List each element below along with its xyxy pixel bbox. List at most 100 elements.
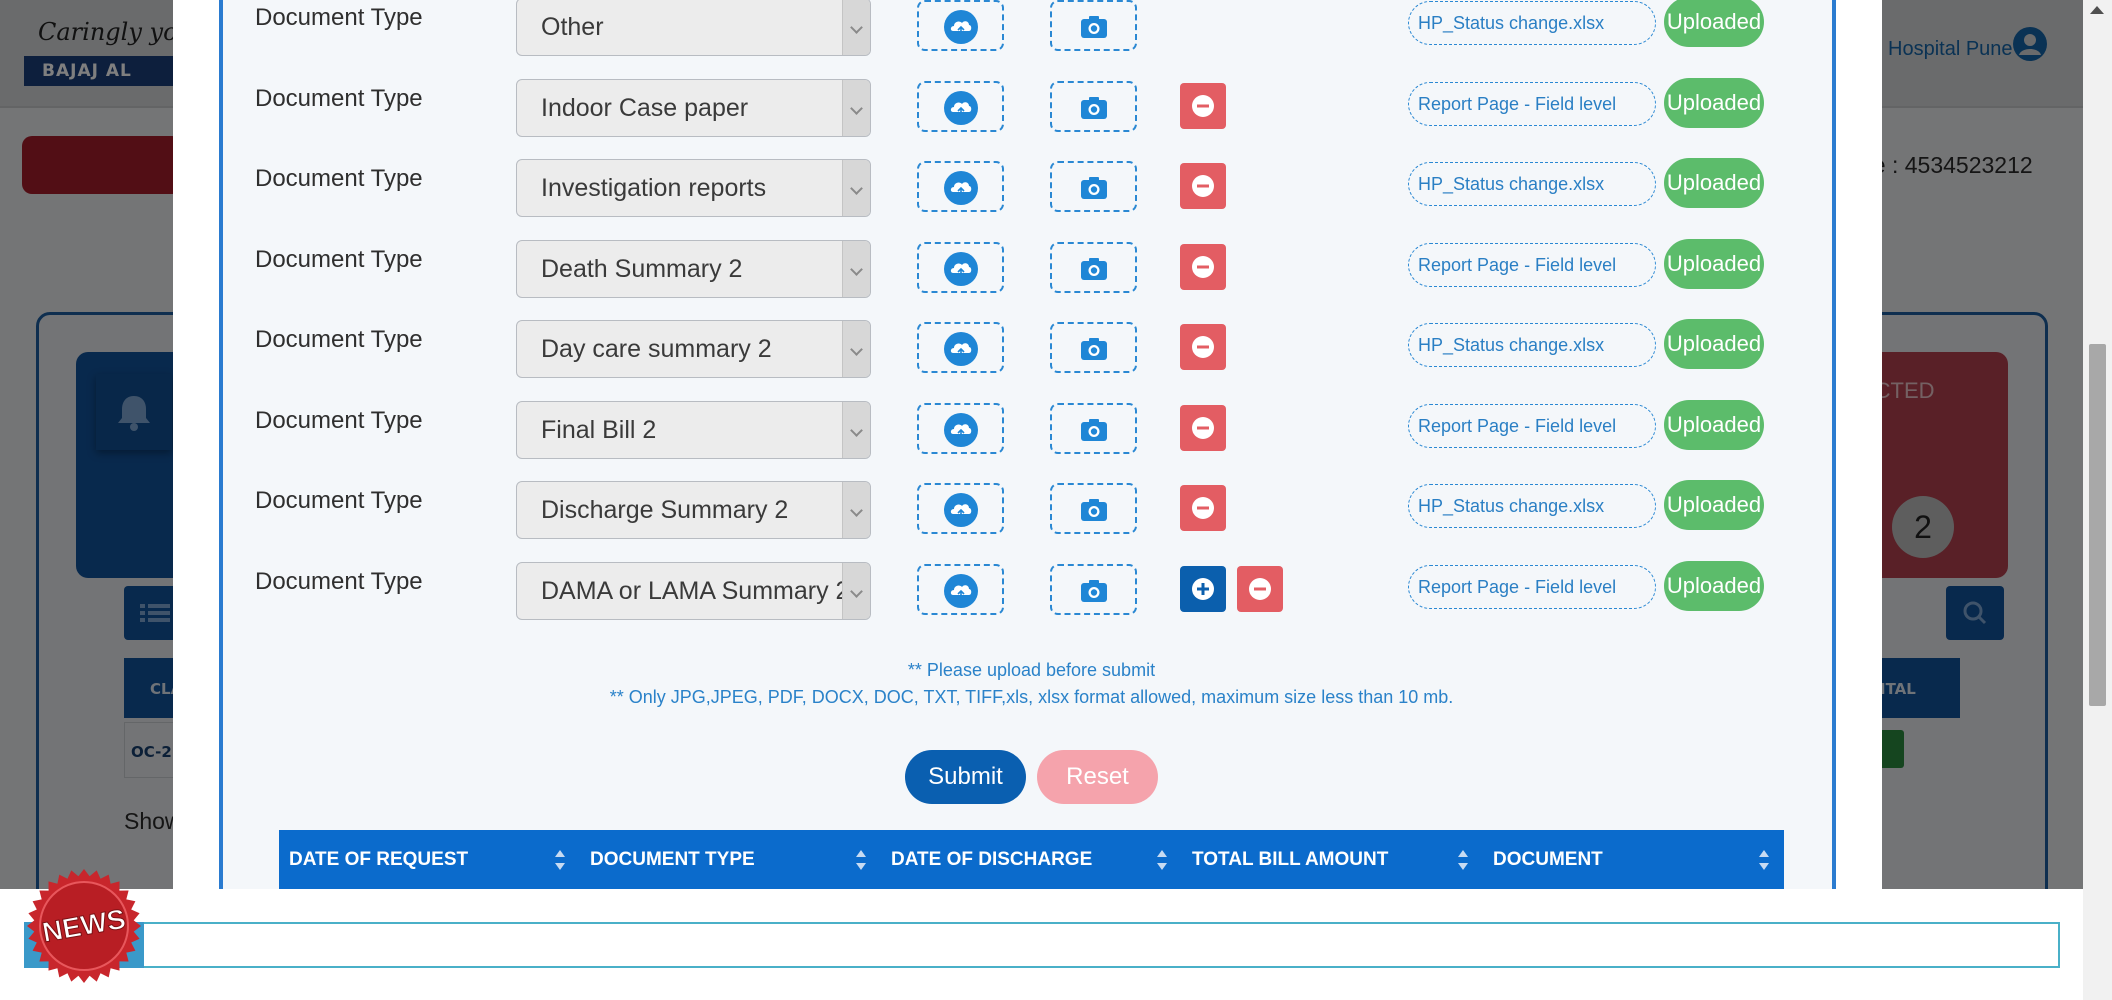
file-name: HP_Status change.xlsx	[1418, 335, 1605, 355]
remove-row-button[interactable]	[1180, 404, 1226, 451]
remove-row-button[interactable]	[1180, 243, 1226, 290]
sort-icon[interactable]	[855, 849, 867, 877]
remove-row-button[interactable]	[1180, 163, 1226, 209]
table-column-header[interactable]: DOCUMENT	[1483, 830, 1784, 889]
table-column-header[interactable]: DOCUMENT TYPE	[580, 830, 881, 889]
table-column-header[interactable]: DATE OF DISCHARGE	[881, 830, 1182, 889]
upload-notice: ** Please upload before submit	[907, 660, 1156, 680]
submit-button[interactable]: Submit	[905, 750, 1026, 804]
column-label: DOCUMENT	[1493, 849, 1603, 870]
document-type-select[interactable]: DAMA or LAMA Summary 2	[516, 561, 871, 620]
documents-table-header: DATE OF REQUEST DOCUMENT TYPE DATE OF DISC…	[279, 830, 1784, 889]
upload-status-badge: Uploaded	[1664, 399, 1764, 450]
modal-body: Document Type Other HP_Status change.xlsx U…	[219, 0, 1836, 889]
capture-photo-button[interactable]	[1050, 0, 1137, 51]
chevron-down-icon[interactable]	[842, 321, 870, 377]
news-badge-icon: NEWS	[27, 869, 141, 983]
document-row: Document Type Final Bill 2 Report Page - F…	[223, 397, 1840, 459]
reset-button[interactable]: Reset	[1037, 750, 1158, 804]
chevron-down-icon[interactable]	[842, 240, 870, 297]
capture-photo-button[interactable]	[1050, 241, 1137, 293]
remove-row-button[interactable]	[1237, 565, 1283, 612]
upload-file-button[interactable]	[917, 402, 1004, 454]
table-column-header[interactable]: TOTAL BILL AMOUNT	[1182, 830, 1483, 889]
sort-icon[interactable]	[1758, 849, 1770, 877]
chevron-down-icon[interactable]	[842, 79, 870, 136]
capture-photo-button[interactable]	[1050, 402, 1137, 454]
upload-status-badge: Uploaded	[1664, 319, 1764, 369]
document-type-select[interactable]: Discharge Summary 2	[516, 481, 871, 539]
scrollbar-thumb[interactable]	[2089, 344, 2106, 706]
selected-document-type: Indoor Case paper	[541, 93, 749, 122]
document-type-select[interactable]: Day care summary 2	[516, 320, 871, 378]
document-type-label: Document Type	[255, 487, 423, 514]
upload-documents-modal: Document Type Other HP_Status change.xlsx U…	[173, 0, 1882, 889]
upload-status-badge: Uploaded	[1664, 480, 1764, 530]
selected-document-type: Final Bill 2	[541, 415, 657, 444]
sort-icon[interactable]	[554, 849, 566, 877]
capture-photo-button[interactable]	[1050, 322, 1137, 373]
document-row: Document Type DAMA or LAMA Summary 2 Repor…	[223, 558, 1840, 620]
uploaded-file-chip[interactable]: HP_Status change.xlsx	[1408, 1, 1656, 45]
sort-icon[interactable]	[1457, 849, 1469, 877]
upload-file-button[interactable]	[917, 241, 1004, 293]
document-type-label: Document Type	[255, 84, 423, 112]
uploaded-file-chip[interactable]: Report Page - Field level	[1408, 564, 1656, 609]
file-name: HP_Status change.xlsx	[1418, 174, 1605, 194]
document-type-select[interactable]: Final Bill 2	[516, 400, 871, 459]
table-column-header[interactable]: DATE OF REQUEST	[279, 830, 580, 889]
document-type-select[interactable]: Indoor Case paper	[516, 78, 871, 137]
document-row: Document Type Death Summary 2 Report Page …	[223, 236, 1840, 298]
capture-photo-button[interactable]	[1050, 483, 1137, 534]
selected-document-type: Discharge Summary 2	[541, 496, 789, 524]
chevron-down-icon[interactable]	[842, 0, 870, 55]
upload-status-badge: Uploaded	[1664, 560, 1764, 611]
document-type-select[interactable]: Other	[516, 0, 871, 56]
upload-status-badge: Uploaded	[1664, 0, 1764, 47]
uploaded-file-chip[interactable]: Report Page - Field level	[1408, 403, 1656, 448]
sort-icon[interactable]	[1156, 849, 1168, 877]
selected-document-type: DAMA or LAMA Summary 2	[541, 576, 850, 605]
document-type-select[interactable]: Death Summary 2	[516, 239, 871, 298]
chevron-down-icon[interactable]	[842, 160, 870, 216]
capture-photo-button[interactable]	[1050, 563, 1137, 615]
document-type-label: Document Type	[255, 326, 423, 353]
upload-status-badge: Uploaded	[1664, 77, 1764, 128]
remove-row-button[interactable]	[1180, 324, 1226, 370]
document-type-label: Document Type	[255, 165, 423, 192]
uploaded-file-chip[interactable]: HP_Status change.xlsx	[1408, 484, 1656, 528]
uploaded-file-chip[interactable]: Report Page - Field level	[1408, 242, 1656, 287]
remove-row-button[interactable]	[1180, 485, 1226, 531]
uploaded-file-chip[interactable]: HP_Status change.xlsx	[1408, 323, 1656, 367]
document-type-select[interactable]: Investigation reports	[516, 159, 871, 217]
file-name: Report Page - Field level	[1418, 93, 1617, 114]
file-name: Report Page - Field level	[1418, 415, 1617, 436]
upload-file-button[interactable]	[917, 483, 1004, 534]
scroll-up-arrow-icon[interactable]	[2090, 6, 2104, 14]
document-row: Document Type Day care summary 2 HP_Status…	[223, 316, 1840, 378]
document-row: Document Type Other HP_Status change.xlsx U…	[223, 0, 1840, 56]
file-name: HP_Status change.xlsx	[1418, 13, 1605, 33]
uploaded-file-chip[interactable]: HP_Status change.xlsx	[1408, 162, 1656, 206]
upload-status-badge: Uploaded	[1664, 238, 1764, 289]
chevron-down-icon[interactable]	[842, 482, 870, 538]
upload-file-button[interactable]	[917, 563, 1004, 615]
document-type-label: Document Type	[255, 406, 423, 434]
chevron-down-icon[interactable]	[842, 401, 870, 458]
capture-photo-button[interactable]	[1050, 80, 1137, 132]
remove-row-button[interactable]	[1180, 82, 1226, 129]
upload-file-button[interactable]	[917, 161, 1004, 212]
chevron-down-icon[interactable]	[842, 562, 870, 619]
column-label: DATE OF REQUEST	[289, 849, 469, 870]
column-label: DOCUMENT TYPE	[590, 849, 755, 870]
upload-file-button[interactable]	[917, 80, 1004, 132]
uploaded-file-chip[interactable]: Report Page - Field level	[1408, 81, 1656, 126]
capture-photo-button[interactable]	[1050, 161, 1137, 212]
file-name: Report Page - Field level	[1418, 254, 1617, 275]
upload-file-button[interactable]	[917, 0, 1004, 51]
column-label: TOTAL BILL AMOUNT	[1192, 849, 1389, 870]
document-row: Document Type Investigation reports HP_Sta…	[223, 155, 1840, 217]
upload-file-button[interactable]	[917, 322, 1004, 373]
add-row-button[interactable]	[1180, 565, 1226, 612]
news-ticker	[24, 922, 2060, 968]
